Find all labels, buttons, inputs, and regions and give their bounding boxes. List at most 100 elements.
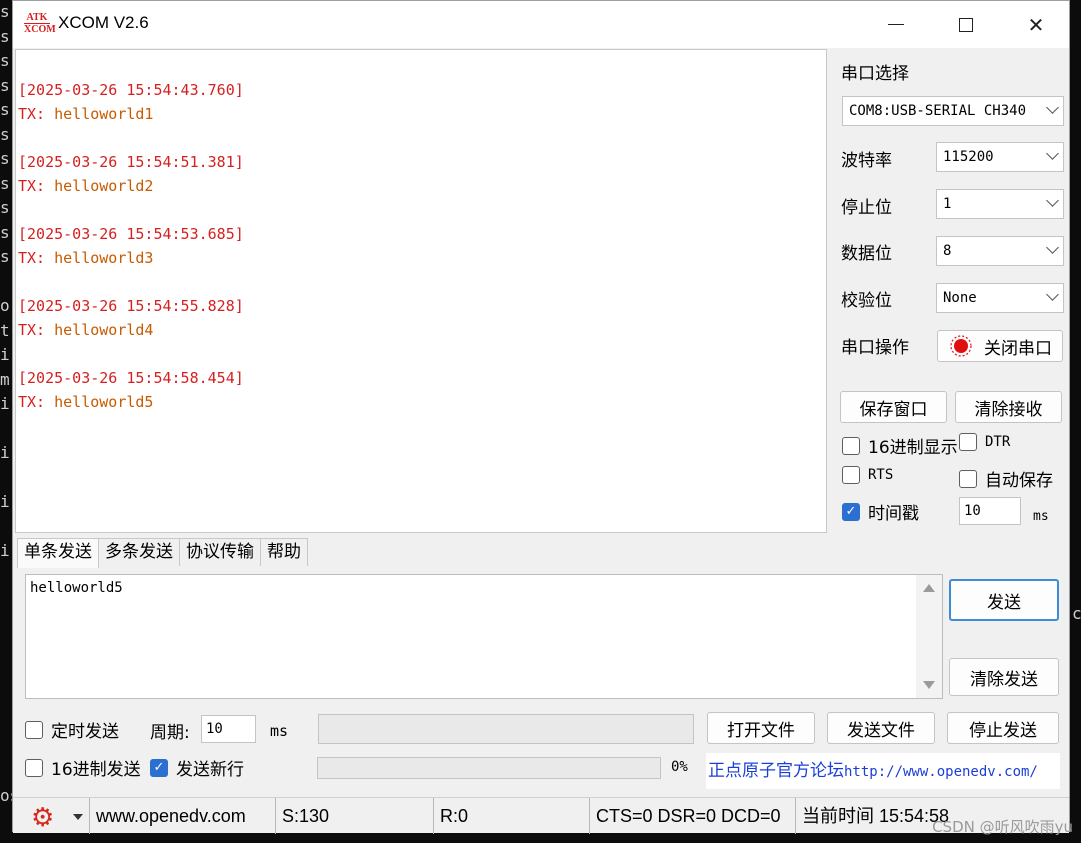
baud-label: 波特率 xyxy=(841,151,892,171)
log-entry: [2025-03-26 15:54:58.454] TX: helloworld… xyxy=(18,366,826,414)
check-icon[interactable]: ✓ xyxy=(150,758,168,777)
checkbox-box[interactable] xyxy=(959,469,977,488)
close-icon: ✕ xyxy=(1027,12,1045,37)
window-title: XCOM V2.6 xyxy=(58,13,149,32)
tx-label: TX: xyxy=(18,321,46,339)
forum-url: http://www.openedv.com/ xyxy=(844,764,1038,780)
data-bits-select[interactable]: 8 xyxy=(936,236,1064,266)
dtr-checkbox[interactable]: DTR xyxy=(959,433,1010,451)
title-bar: ATK XCOM XCOM V2.6 ✕ xyxy=(13,1,1069,48)
status-sent-count: S:130 xyxy=(275,798,433,834)
timed-send-checkbox[interactable]: 定时发送 xyxy=(25,717,119,742)
hex-send-checkbox[interactable]: 16进制发送 xyxy=(25,755,141,780)
timestamp-label: 时间戳 xyxy=(868,504,919,524)
atk-logo-icon: ATK XCOM xyxy=(24,12,56,36)
send-scrollbar[interactable] xyxy=(916,575,942,698)
tab-single-send[interactable]: 单条发送 xyxy=(17,538,99,568)
forum-text: 正点原子官方论坛 xyxy=(708,761,844,781)
tx-label: TX: xyxy=(18,393,46,411)
gear-icon[interactable]: ⚙ xyxy=(31,804,57,830)
tx-value: helloworld2 xyxy=(54,177,154,195)
chevron-down-icon[interactable] xyxy=(73,814,83,820)
progress-percent: 0% xyxy=(671,759,688,775)
timestamp-unit: ms xyxy=(1033,509,1049,524)
checkbox-box[interactable] xyxy=(25,720,43,739)
stop-bits-label: 停止位 xyxy=(841,198,892,218)
stop-bits-select[interactable]: 1 xyxy=(936,189,1064,219)
close-port-button[interactable]: 关闭串口 xyxy=(937,330,1063,362)
maximize-icon xyxy=(959,17,973,32)
timestamp-checkbox[interactable]: ✓ 时间戳 xyxy=(842,499,919,524)
send-input[interactable]: helloworld5 xyxy=(25,574,943,699)
send-tabs: 单条发送 多条发送 协议传输 帮助 xyxy=(17,538,308,568)
status-lines: CTS=0 DSR=0 DCD=0 xyxy=(589,798,795,834)
chevron-down-icon xyxy=(1046,241,1059,254)
open-file-button[interactable]: 打开文件 xyxy=(707,712,815,744)
tab-multi-send[interactable]: 多条发送 xyxy=(98,538,180,566)
rts-checkbox[interactable]: RTS xyxy=(842,466,893,484)
tx-label: TX: xyxy=(18,105,46,123)
log-entry: [2025-03-26 15:54:43.760] TX: helloworld… xyxy=(18,78,826,126)
scroll-down-icon[interactable] xyxy=(923,681,935,689)
stop-bits-value: 1 xyxy=(943,196,952,212)
chevron-down-icon xyxy=(1046,147,1059,160)
log-timestamp: [2025-03-26 15:54:43.760] xyxy=(18,81,244,99)
rts-label: RTS xyxy=(868,467,894,483)
hex-display-label: 16进制显示 xyxy=(868,438,958,458)
save-window-button[interactable]: 保存窗口 xyxy=(840,391,947,423)
hex-display-checkbox[interactable]: 16进制显示 xyxy=(842,433,958,458)
port-select-label: 串口选择 xyxy=(841,64,909,84)
close-button[interactable]: ✕ xyxy=(1001,1,1071,48)
log-timestamp: [2025-03-26 15:54:51.381] xyxy=(18,153,244,171)
status-recv-count: R:0 xyxy=(433,798,589,834)
port-operation-label: 串口操作 xyxy=(841,338,909,358)
baud-value: 115200 xyxy=(943,149,994,165)
tab-help[interactable]: 帮助 xyxy=(260,538,308,566)
port-select[interactable]: COM8:USB-SERIAL CH340 xyxy=(842,96,1064,126)
chevron-down-icon xyxy=(1046,101,1059,114)
checkbox-box[interactable] xyxy=(25,758,43,777)
clear-send-button[interactable]: 清除发送 xyxy=(949,658,1059,696)
send-progress-bar xyxy=(317,757,661,779)
period-label: 周期: xyxy=(150,723,190,743)
send-newline-checkbox[interactable]: ✓ 发送新行 xyxy=(150,755,244,780)
port-select-value: COM8:USB-SERIAL CH340 xyxy=(849,103,1027,119)
send-button[interactable]: 发送 xyxy=(949,579,1059,621)
checkbox-box[interactable] xyxy=(842,466,860,484)
xcom-window: ATK XCOM XCOM V2.6 ✕ [2025-03-26 15:54:4… xyxy=(12,0,1070,834)
minimize-icon xyxy=(888,23,904,26)
tx-value: helloworld5 xyxy=(54,393,154,411)
minimize-button[interactable] xyxy=(861,1,931,48)
tx-value: helloworld1 xyxy=(54,105,154,123)
baud-select[interactable]: 115200 xyxy=(936,142,1064,172)
clear-receive-button[interactable]: 清除接收 xyxy=(955,391,1062,423)
parity-select[interactable]: None xyxy=(936,283,1064,313)
log-timestamp: [2025-03-26 15:54:53.685] xyxy=(18,225,244,243)
tab-protocol[interactable]: 协议传输 xyxy=(179,538,261,566)
data-bits-label: 数据位 xyxy=(841,244,892,264)
timestamp-input[interactable]: 10 xyxy=(959,497,1021,525)
period-input[interactable]: 10 xyxy=(201,715,256,743)
send-file-button[interactable]: 发送文件 xyxy=(827,712,935,744)
auto-save-checkbox[interactable]: 自动保存 xyxy=(959,466,1053,491)
logo-top-text: ATK xyxy=(24,12,50,24)
scroll-up-icon[interactable] xyxy=(923,584,935,592)
log-entry: [2025-03-26 15:54:55.828] TX: helloworld… xyxy=(18,294,826,342)
status-website[interactable]: www.openedv.com xyxy=(89,798,273,834)
log-entry: [2025-03-26 15:54:53.685] TX: helloworld… xyxy=(18,222,826,270)
stop-send-button[interactable]: 停止发送 xyxy=(947,712,1059,744)
receive-area[interactable]: [2025-03-26 15:54:43.760] TX: helloworld… xyxy=(15,49,827,533)
forum-link[interactable]: 正点原子官方论坛http://www.openedv.com/ xyxy=(706,753,1060,789)
send-newline-label: 发送新行 xyxy=(176,760,244,780)
maximize-button[interactable] xyxy=(931,1,1001,48)
checkbox-box[interactable] xyxy=(959,433,977,451)
chevron-down-icon xyxy=(1046,194,1059,207)
status-bar: ⚙ www.openedv.com S:130 R:0 CTS=0 DSR=0 … xyxy=(13,797,1069,834)
checkbox-box[interactable] xyxy=(842,436,860,455)
check-icon[interactable]: ✓ xyxy=(842,502,860,521)
auto-save-label: 自动保存 xyxy=(985,471,1053,491)
parity-value: None xyxy=(943,290,977,306)
data-bits-value: 8 xyxy=(943,243,952,259)
period-unit: ms xyxy=(270,722,289,740)
send-text: helloworld5 xyxy=(30,580,123,596)
